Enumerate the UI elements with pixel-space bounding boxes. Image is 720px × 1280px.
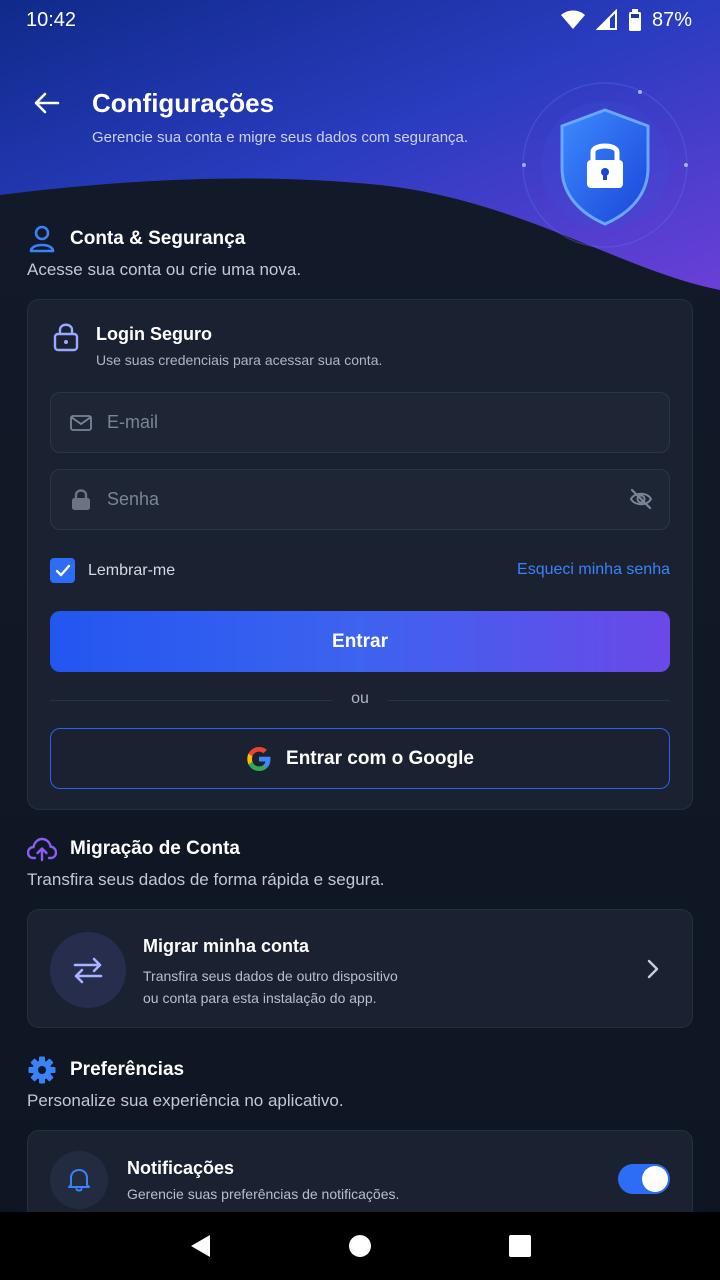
migrate-description-line2: ou conta para esta instalação do app.	[143, 990, 377, 1006]
user-icon	[29, 225, 55, 253]
migrate-title: Migrar minha conta	[143, 936, 310, 956]
migrate-description-line1: Transfira seus dados de outro dispositiv…	[143, 968, 398, 984]
page-title: Configurações	[92, 88, 275, 118]
system-nav-bar	[0, 1212, 720, 1280]
section-preferences-description: Personalize sua experiência no aplicativ…	[27, 1091, 344, 1110]
section-preferences-header: Preferências	[27, 1055, 184, 1085]
back-button[interactable]	[30, 86, 64, 120]
status-time: 10:42	[26, 8, 77, 31]
eye-off-icon	[629, 488, 653, 510]
lock-icon	[53, 323, 79, 352]
migrate-account-item[interactable]: Migrar minha conta Transfira seus dados …	[27, 909, 693, 1028]
section-preferences-title: Preferências	[70, 1059, 185, 1080]
login-subtitle: Use suas credenciais para acessar sua co…	[96, 352, 383, 368]
or-label: ou	[351, 690, 369, 707]
header-hero: 10:42 87% Configurações Gerencie sua con…	[0, 0, 720, 300]
email-field[interactable]	[50, 392, 670, 453]
section-migration-header: Migração de Conta	[27, 834, 240, 864]
section-account-description: Acesse sua conta ou crie uma nova.	[27, 260, 302, 279]
signal-icon	[595, 9, 617, 30]
nav-back-button[interactable]	[180, 1226, 220, 1266]
wifi-icon	[560, 10, 585, 29]
google-login-button[interactable]: Entrar com o Google	[50, 728, 670, 789]
google-icon	[247, 746, 271, 771]
circle-home-icon	[349, 1235, 371, 1257]
gear-icon	[28, 1056, 56, 1084]
cloud-upload-icon	[27, 837, 57, 862]
toggle-password-visibility[interactable]	[629, 488, 653, 515]
notifications-icon-badge	[50, 1151, 108, 1209]
arrow-left-icon	[34, 92, 60, 114]
section-migration-title: Migração de Conta	[70, 838, 240, 859]
section-account-title: Conta & Segurança	[70, 228, 246, 249]
or-divider: ou	[50, 690, 670, 710]
padlock-icon	[72, 488, 90, 510]
swap-arrows-icon	[73, 957, 103, 984]
google-login-label: Entrar com o Google	[286, 747, 474, 769]
chevron-right-icon	[647, 959, 659, 979]
shield-lock-illustration	[522, 82, 688, 248]
migrate-description: Transfira seus dados de outro dispositiv…	[143, 965, 463, 1009]
migrate-icon-badge	[50, 932, 126, 1008]
notifications-title: Notificações	[127, 1158, 235, 1178]
checkmark-icon	[55, 564, 70, 576]
login-card: Login Seguro Use suas credenciais para a…	[27, 299, 693, 810]
notifications-description: Gerencie suas preferências de notificaçõ…	[127, 1186, 400, 1202]
nav-recents-button[interactable]	[500, 1226, 540, 1266]
email-input[interactable]	[107, 412, 669, 433]
toggle-knob	[642, 1166, 668, 1192]
password-input[interactable]	[107, 489, 669, 510]
square-recents-icon	[509, 1235, 531, 1257]
battery-percent: 87%	[651, 8, 692, 31]
section-account-header: Conta & Segurança	[27, 224, 245, 254]
nav-home-button[interactable]	[340, 1226, 380, 1266]
page-subtitle: Gerencie sua conta e migre seus dados co…	[92, 129, 469, 146]
remember-me[interactable]: Lembrar-me	[50, 558, 175, 583]
login-title: Login Seguro	[96, 324, 212, 344]
section-migration-description: Transfira seus dados de forma rápida e s…	[27, 870, 385, 889]
notifications-toggle[interactable]	[618, 1164, 670, 1194]
forgot-password-link[interactable]: Esqueci minha senha	[517, 561, 670, 579]
bell-icon	[68, 1169, 90, 1192]
remember-label: Lembrar-me	[88, 561, 176, 579]
settings-screen: 10:42 87% Configurações Gerencie sua con…	[0, 0, 720, 1212]
status-bar: 10:42 87%	[0, 0, 720, 40]
notifications-item[interactable]: Notificações Gerencie suas preferências …	[27, 1130, 693, 1212]
battery-icon	[628, 9, 641, 31]
mail-icon	[70, 414, 92, 431]
remember-checkbox[interactable]	[50, 558, 75, 583]
triangle-back-icon	[191, 1235, 210, 1257]
login-button[interactable]: Entrar	[50, 611, 670, 672]
password-field[interactable]	[50, 469, 670, 530]
